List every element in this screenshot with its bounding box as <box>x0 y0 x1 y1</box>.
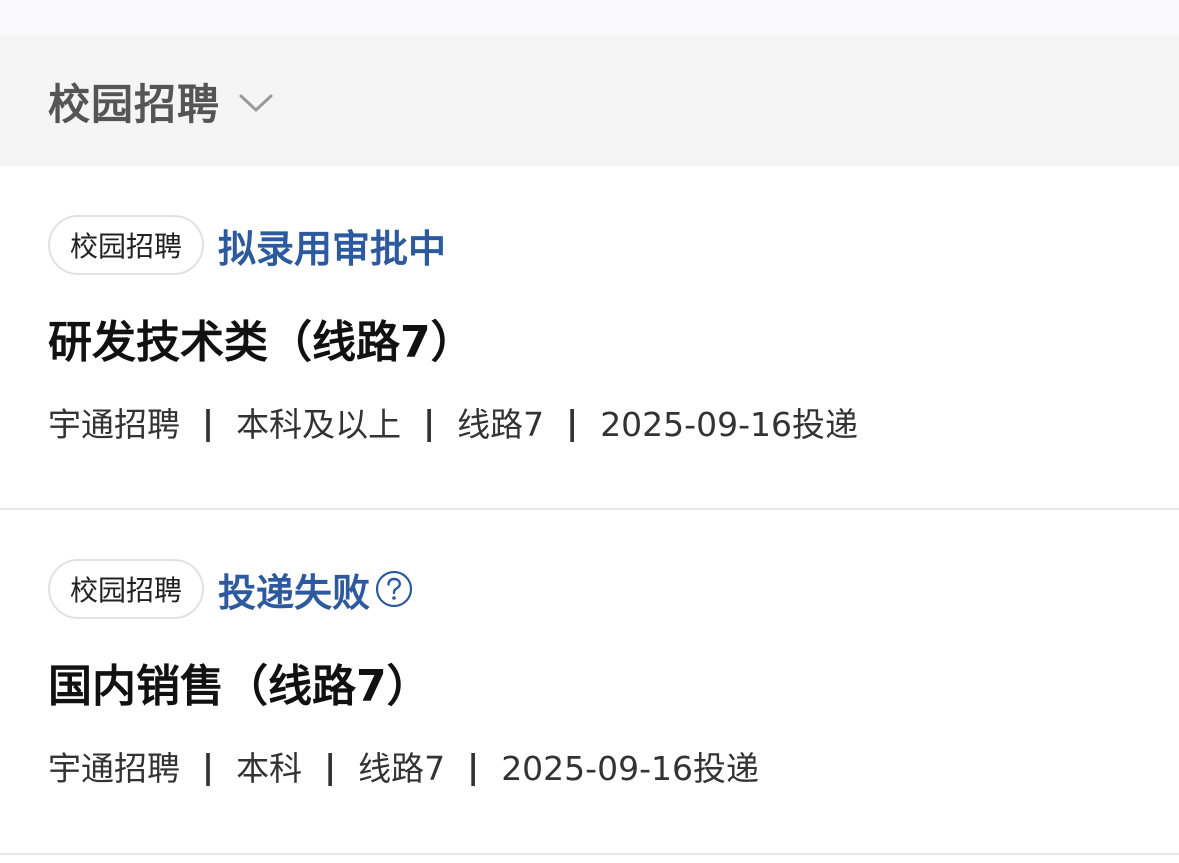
education-requirement: 本科 <box>236 749 303 788</box>
status-label: 投递失败 <box>218 562 414 617</box>
submission-date: 2025-09-16投递 <box>600 405 858 444</box>
job-meta: 宇通招聘 | 本科及以上 | 线路7 | 2025-09-16投递 <box>48 398 858 446</box>
application-card[interactable]: 校园招聘 投递失败 国内销售（线路7） 宇通招聘 | 本科 | 线路7 | 20… <box>0 510 1179 855</box>
job-title: 国内销售（线路7） <box>48 661 431 712</box>
tag-row: 校园招聘 投递失败 <box>48 558 414 620</box>
job-meta: 宇通招聘 | 本科 | 线路7 | 2025-09-16投递 <box>48 742 759 790</box>
submission-date: 2025-09-16投递 <box>501 749 759 788</box>
separator: | <box>324 746 337 786</box>
separator: | <box>467 746 480 786</box>
recruitment-type-filter[interactable]: 校园招聘 <box>0 36 1179 166</box>
filter-label: 校园招聘 <box>48 79 221 129</box>
education-requirement: 本科及以上 <box>236 405 402 444</box>
chevron-down-icon[interactable] <box>238 92 274 114</box>
separator: | <box>566 402 579 442</box>
application-card[interactable]: 校园招聘 拟录用审批中 研发技术类（线路7） 宇通招聘 | 本科及以上 | 线路… <box>0 166 1179 510</box>
route-name: 线路7 <box>358 749 446 788</box>
question-circle-icon[interactable] <box>374 569 414 609</box>
separator: | <box>202 746 215 786</box>
tag-row: 校园招聘 拟录用审批中 <box>48 214 446 276</box>
top-strip <box>0 0 1179 36</box>
recruitment-type-tag: 校园招聘 <box>48 215 205 275</box>
route-name: 线路7 <box>457 405 545 444</box>
status-label: 拟录用审批中 <box>218 218 446 273</box>
job-title: 研发技术类（线路7） <box>48 317 475 368</box>
status-text: 拟录用审批中 <box>218 226 447 271</box>
company-name: 宇通招聘 <box>48 405 180 444</box>
status-text: 投递失败 <box>218 570 371 615</box>
company-name: 宇通招聘 <box>48 749 180 788</box>
separator: | <box>423 402 436 442</box>
separator: | <box>202 402 215 442</box>
recruitment-type-tag: 校园招聘 <box>48 559 205 619</box>
